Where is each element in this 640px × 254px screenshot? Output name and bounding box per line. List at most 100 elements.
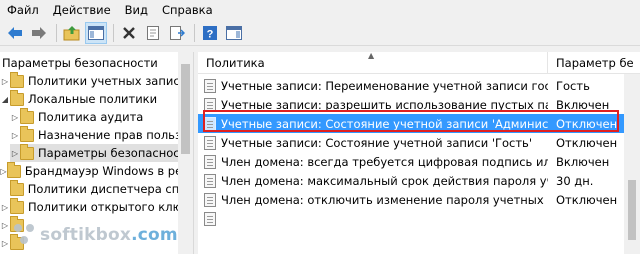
tree-item-label: Политики диспетчера списк: [27, 182, 193, 196]
setting-value: 30 дн.: [556, 173, 594, 188]
tree-item-local-policies[interactable]: ◢ Локальные политики: [0, 90, 192, 108]
menu-file[interactable]: Файл: [0, 0, 46, 20]
help-icon: ?: [203, 25, 217, 40]
setting-value: Включен: [556, 97, 610, 112]
policy-name: Член домена: отключить изменение пароля …: [221, 192, 548, 207]
policy-list-pane: ▲ Политика Параметр бе Учетные записи: П…: [198, 52, 640, 254]
tree-item-windows-firewall[interactable]: ▷ Брандмауэр Windows в режи: [0, 162, 192, 180]
tree-item-label: Политика аудита: [38, 110, 144, 124]
table-row[interactable]: Учетные записи: Переименование учетной з…: [198, 76, 624, 95]
table-row[interactable]: Учетные записи: Состояние учетной записи…: [198, 133, 624, 152]
folder-icon: [10, 90, 24, 106]
table-row[interactable]: Член домена: отключить изменение пароля …: [198, 190, 624, 209]
policy-icon: [204, 154, 216, 169]
policy-name: Учетные записи: разрешить использование …: [221, 97, 548, 112]
menu-action[interactable]: Действие: [46, 0, 118, 20]
watermark: softikbox.com: [14, 224, 178, 246]
tree-item-label: Параметры безопасности: [2, 56, 158, 70]
policy-icon: [204, 173, 216, 188]
folder-icon: [9, 180, 24, 196]
chevron-right-icon[interactable]: ▷: [0, 239, 10, 248]
menu-help[interactable]: Справка: [155, 0, 220, 20]
table-row[interactable]: [198, 209, 624, 228]
chevron-right-icon[interactable]: ▷: [10, 149, 20, 158]
forward-arrow-icon: [32, 26, 46, 39]
table-row[interactable]: Член домена: максимальный срок действия …: [198, 171, 624, 190]
toolbar-separator: [113, 23, 114, 42]
tree-scrollbar-thumb[interactable]: [181, 64, 190, 154]
delete-button[interactable]: [118, 22, 140, 44]
policy-name: Учетные записи: Переименование учетной з…: [221, 78, 548, 93]
column-header-label: Политика: [206, 56, 265, 70]
console-pane-icon: [226, 25, 242, 40]
setting-value: Отключен: [556, 192, 618, 207]
policy-icon: [204, 78, 216, 93]
forward-button[interactable]: [28, 22, 50, 44]
tree-item-label: Назначение прав пользо: [38, 128, 189, 142]
toolbar-separator: [56, 23, 57, 42]
folder-icon: [10, 198, 24, 214]
sort-ascending-icon: ▲: [368, 52, 375, 60]
setting-value: Включен: [556, 154, 610, 169]
policy-cell: Учетные записи: Состояние учетной записи…: [198, 116, 548, 131]
show-hide-tree-icon: [88, 25, 104, 40]
chevron-right-icon[interactable]: ▷: [10, 113, 20, 122]
tree-item-security-options[interactable]: ▷ Параметры безопасности: [10, 144, 192, 162]
folder-icon: [20, 144, 34, 160]
console-pane-button[interactable]: [223, 22, 245, 44]
tree-item-audit-policy[interactable]: ▷ Политика аудита: [10, 108, 192, 126]
list-header: ▲ Политика Параметр бе: [198, 52, 640, 74]
export-list-button[interactable]: [166, 22, 188, 44]
policy-cell: Член домена: максимальный срок действия …: [198, 173, 548, 188]
list-scrollbar[interactable]: [624, 74, 640, 254]
column-header-setting[interactable]: Параметр бе: [548, 52, 640, 74]
policy-cell: Учетные записи: Состояние учетной записи…: [198, 135, 548, 150]
tree-item-user-rights-assignment[interactable]: ▷ Назначение прав пользо: [10, 126, 192, 144]
back-arrow-icon: [8, 26, 22, 39]
tree-item-account-policies[interactable]: ▷ Политики учетных записей: [0, 72, 193, 90]
firewall-icon: [6, 162, 21, 178]
menu-bar: Файл Действие Вид Справка: [0, 0, 640, 20]
watermark-logo-icon: [14, 224, 36, 246]
watermark-brand: softikbox: [40, 225, 132, 245]
chevron-down-icon[interactable]: ◢: [0, 95, 10, 104]
back-button[interactable]: [4, 22, 26, 44]
tree-item-label: Политики открытого ключа: [28, 200, 193, 214]
properties-icon: [147, 25, 159, 40]
tree-item-label: Политики учетных записей: [28, 74, 193, 88]
policy-name: Член домена: максимальный срок действия …: [221, 173, 548, 188]
tree-item-public-key-policies[interactable]: ▷ Политики открытого ключа: [0, 198, 193, 216]
up-level-button[interactable]: [61, 22, 83, 44]
setting-value: Отключен: [556, 116, 618, 131]
folder-icon: [20, 108, 34, 124]
toolbar-separator: [194, 23, 195, 42]
tree-item-security-settings-root[interactable]: Параметры безопасности: [0, 54, 192, 72]
chevron-right-icon[interactable]: ▷: [0, 167, 7, 176]
chevron-right-icon[interactable]: ▷: [0, 203, 10, 212]
list-scrollbar-thumb[interactable]: [628, 180, 636, 240]
chevron-right-icon[interactable]: ▷: [10, 131, 20, 140]
policy-cell: Учетные записи: Переименование учетной з…: [198, 78, 548, 93]
policy-name: Учетные записи: Состояние учетной записи…: [221, 116, 548, 131]
tree-scrollbar[interactable]: [178, 52, 193, 254]
table-row[interactable]: Учетные записи: разрешить использование …: [198, 95, 624, 114]
watermark-domain: .com: [131, 225, 178, 245]
policy-name: Учетные записи: Состояние учетной записи…: [221, 135, 532, 150]
column-header-label: Параметр бе: [556, 56, 634, 70]
delete-icon: [123, 26, 135, 39]
policy-cell: Учетные записи: разрешить использование …: [198, 97, 548, 112]
table-row-selected[interactable]: Учетные записи: Состояние учетной записи…: [198, 114, 624, 133]
properties-button[interactable]: [142, 22, 164, 44]
tree-item-network-list-manager[interactable]: Политики диспетчера списк: [0, 180, 193, 198]
menu-view[interactable]: Вид: [118, 0, 155, 20]
table-row[interactable]: Член домена: всегда требуется цифровая п…: [198, 152, 624, 171]
show-hide-tree-button[interactable]: [85, 21, 107, 44]
policy-cell: [198, 211, 548, 226]
folder-icon: [10, 72, 24, 88]
column-header-policy[interactable]: ▲ Политика: [198, 52, 548, 74]
help-button[interactable]: ?: [199, 22, 221, 44]
chevron-right-icon[interactable]: ▷: [0, 221, 10, 230]
chevron-right-icon[interactable]: ▷: [0, 77, 10, 86]
toolbar: ?: [0, 20, 640, 46]
policy-icon: [204, 97, 216, 112]
